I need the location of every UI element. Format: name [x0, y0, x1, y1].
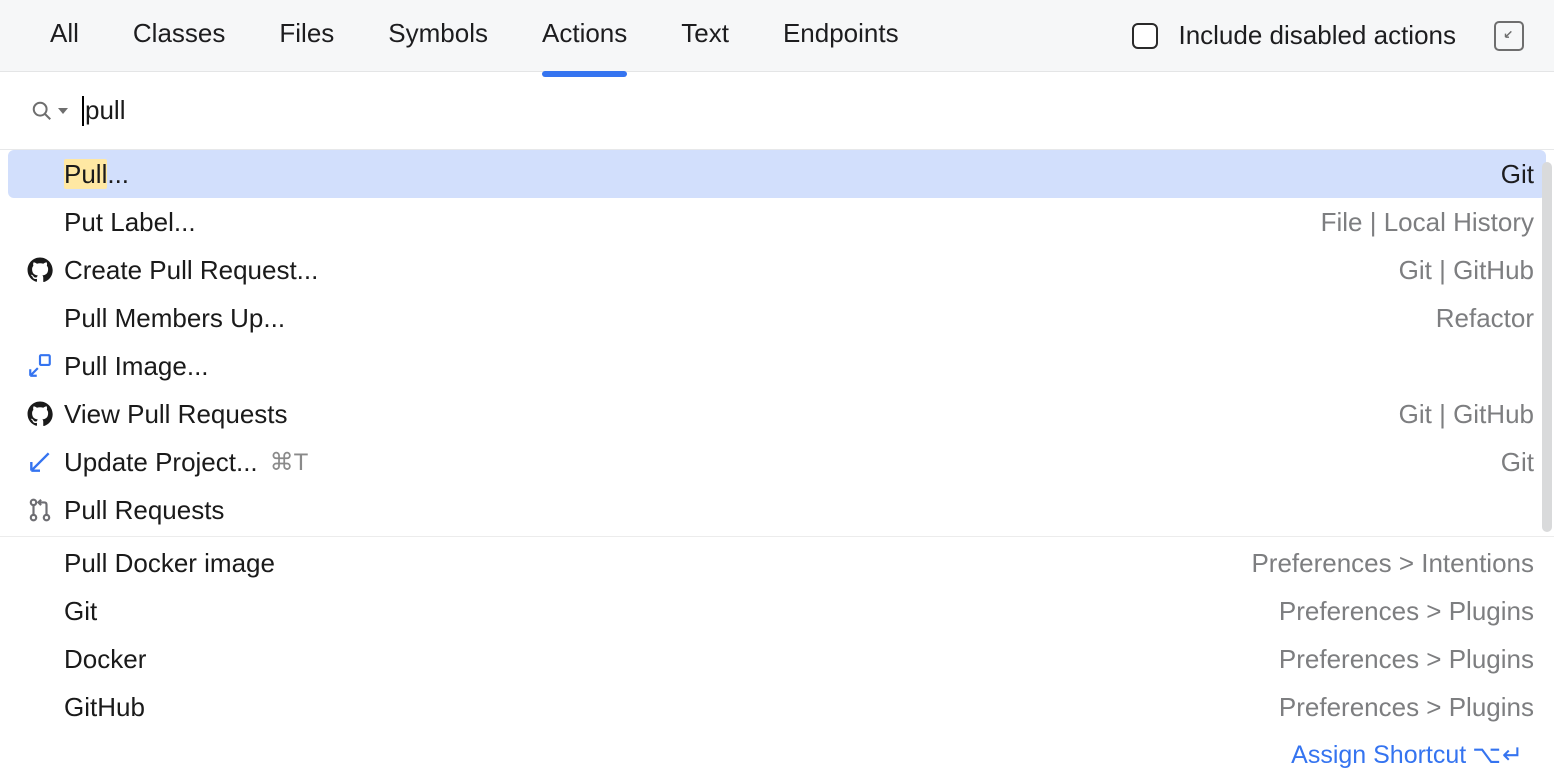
result-label: Pull... — [64, 159, 129, 190]
include-disabled-label: Include disabled actions — [1178, 20, 1456, 51]
result-label: Put Label... — [64, 207, 196, 238]
result-row[interactable]: GitHub Preferences > Plugins — [0, 683, 1554, 731]
scrollbar[interactable] — [1542, 162, 1552, 532]
result-location: Preferences > Intentions — [1251, 548, 1534, 579]
result-location: Preferences > Plugins — [1279, 692, 1534, 723]
result-location: File | Local History — [1321, 207, 1534, 238]
tab-all[interactable]: All — [50, 18, 79, 53]
result-row[interactable]: Pull Image... — [0, 342, 1554, 390]
pr-icon — [24, 494, 56, 526]
text-cursor — [82, 96, 84, 126]
result-location: Git | GitHub — [1399, 399, 1534, 430]
result-location: Preferences > Plugins — [1279, 644, 1534, 675]
result-label: Create Pull Request... — [64, 255, 318, 286]
result-row[interactable]: Create Pull Request... Git | GitHub — [0, 246, 1554, 294]
result-row[interactable]: Docker Preferences > Plugins — [0, 635, 1554, 683]
result-location: Git — [1501, 159, 1534, 190]
tab-text[interactable]: Text — [681, 18, 729, 53]
pull-image-icon — [24, 350, 56, 382]
result-label: Docker — [64, 644, 146, 675]
result-label: View Pull Requests — [64, 399, 288, 430]
tab-actions[interactable]: Actions — [542, 18, 627, 53]
result-label: Update Project... — [64, 447, 258, 478]
header-right: Include disabled actions — [1132, 20, 1524, 51]
search-header: All Classes Files Symbols Actions Text Endpoin… — [0, 0, 1554, 72]
result-label: Pull Members Up... — [64, 303, 285, 334]
include-disabled-checkbox[interactable] — [1132, 23, 1158, 49]
github-icon — [24, 398, 56, 430]
result-label: GitHub — [64, 692, 145, 723]
result-row[interactable]: Pull... Git — [8, 150, 1546, 198]
result-location: Preferences > Plugins — [1279, 596, 1534, 627]
result-shortcut: ⌘T — [270, 448, 309, 477]
tab-symbols[interactable]: Symbols — [388, 18, 488, 53]
result-label: Pull Image... — [64, 351, 209, 382]
assign-shortcut-label: Assign Shortcut — [1291, 741, 1466, 770]
update-icon — [24, 446, 56, 478]
result-row[interactable]: Pull Requests — [0, 486, 1554, 534]
search-scope-caret-icon[interactable] — [58, 108, 68, 114]
result-row[interactable]: Put Label... File | Local History — [0, 198, 1554, 246]
search-icon — [30, 99, 54, 123]
result-location: Git — [1501, 447, 1534, 478]
search-input[interactable] — [85, 95, 1524, 126]
assign-shortcut-link[interactable]: Assign Shortcut ⌥↵ — [1291, 740, 1524, 770]
expand-icon — [1502, 29, 1516, 43]
result-location: Git | GitHub — [1399, 255, 1534, 286]
result-label: Pull Docker image — [64, 548, 275, 579]
tab-bar: All Classes Files Symbols Actions Text Endpoin… — [50, 18, 1132, 53]
result-label: Git — [64, 596, 97, 627]
tab-classes[interactable]: Classes — [133, 18, 225, 53]
result-row[interactable]: Git Preferences > Plugins — [0, 587, 1554, 635]
tab-endpoints[interactable]: Endpoints — [783, 18, 899, 53]
tab-files[interactable]: Files — [279, 18, 334, 53]
open-as-tool-window-button[interactable] — [1494, 21, 1524, 51]
results-list: Pull... Git Put Label... File | Local Histo… — [0, 150, 1554, 731]
result-label: Pull Requests — [64, 495, 224, 526]
github-icon — [24, 254, 56, 286]
results-divider — [0, 536, 1554, 537]
result-row[interactable]: Pull Members Up... Refactor — [0, 294, 1554, 342]
result-row[interactable]: Update Project... ⌘T Git — [0, 438, 1554, 486]
result-row[interactable]: View Pull Requests Git | GitHub — [0, 390, 1554, 438]
result-row[interactable]: Pull Docker image Preferences > Intention… — [0, 539, 1554, 587]
search-row — [0, 72, 1554, 150]
result-location: Refactor — [1436, 303, 1534, 334]
assign-shortcut-keys: ⌥↵ — [1472, 740, 1524, 770]
